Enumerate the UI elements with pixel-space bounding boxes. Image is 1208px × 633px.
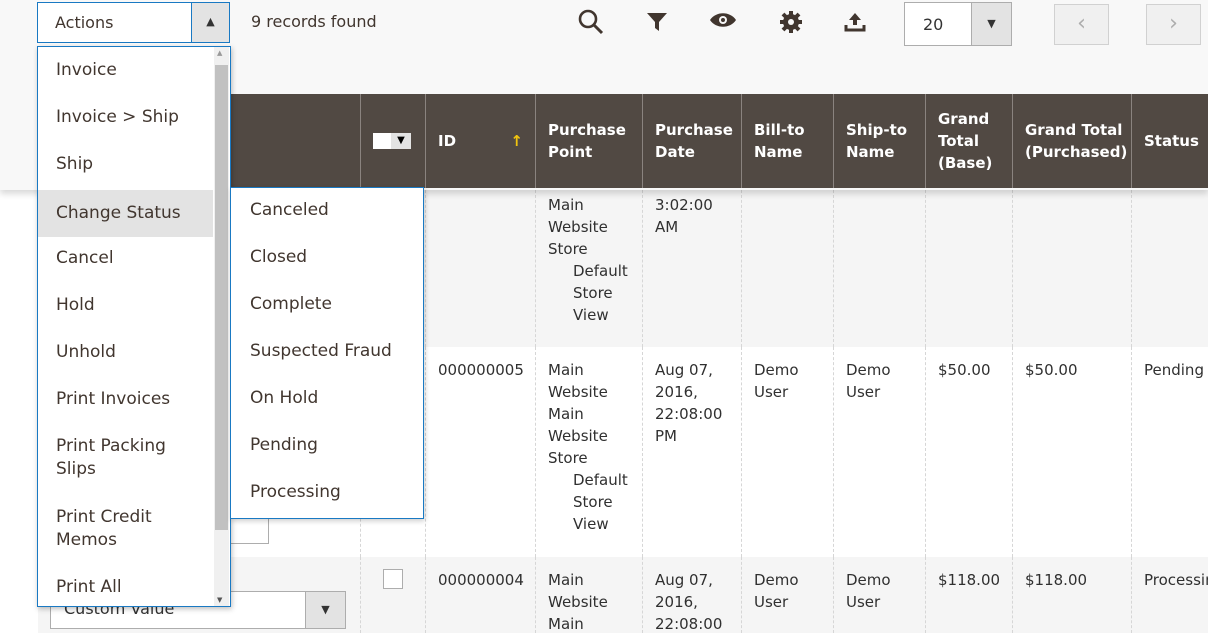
caret-down-icon[interactable]: ▼ (971, 3, 1011, 45)
caret-down-icon[interactable]: ▼ (305, 592, 345, 628)
action-item[interactable]: Invoice (38, 59, 213, 82)
per-page-select[interactable]: 20 ▼ (904, 2, 1012, 46)
action-item[interactable]: Ship (38, 153, 213, 176)
action-item[interactable]: Unhold (38, 341, 213, 364)
actions-dropdown[interactable]: Actions ▲ (37, 2, 230, 43)
status-option[interactable]: Canceled (231, 200, 423, 220)
action-item[interactable]: Hold (38, 294, 213, 317)
column-grand-total-purchased[interactable]: Grand Total (Purchased) (1012, 94, 1131, 188)
records-count: 9 records found (251, 12, 377, 31)
cell-id (425, 190, 535, 347)
cell-status: Pending (1131, 347, 1208, 557)
purchase-point-line: Main Website (548, 361, 608, 401)
next-page-button[interactable]: › (1146, 4, 1201, 45)
cell-ship (833, 190, 925, 347)
status-option[interactable]: On Hold (231, 388, 423, 408)
column-purchase-date[interactable]: Purchase Date (642, 94, 741, 188)
cell-purchased: $118.00 (1012, 557, 1131, 633)
checkbox[interactable] (373, 133, 391, 149)
action-item[interactable]: Print Invoices (38, 388, 213, 411)
gear-icon[interactable] (776, 8, 806, 38)
cell-purchased: $50.00 (1012, 347, 1131, 557)
status-option[interactable]: Suspected Fraud (231, 341, 423, 361)
cell-ship: Demo User (833, 347, 925, 557)
column-ship-to[interactable]: Ship-to Name (833, 94, 925, 188)
action-item[interactable]: Invoice > Ship (38, 106, 213, 129)
prev-page-button[interactable]: ‹ (1054, 4, 1109, 45)
cell-point: Main Website Main Website Store Default St… (535, 347, 642, 557)
cell-point: Main Website Main (535, 557, 642, 633)
cell-date: Aug 07, 2016, 22:08:00 PM (642, 347, 741, 557)
cell-base: $50.00 (925, 347, 1012, 557)
filter-input[interactable] (230, 515, 269, 544)
action-item[interactable]: Cancel (38, 247, 213, 270)
scrollbar-thumb[interactable] (215, 65, 228, 530)
column-bill-to[interactable]: Bill-to Name (741, 94, 833, 188)
purchase-point-line: Main (548, 615, 584, 633)
cell-date: 3:02:00 AM (642, 190, 741, 347)
cell-bill: Demo User (741, 557, 833, 633)
cell-id: 000000004 (425, 557, 535, 633)
purchase-point-line: Default Store View (573, 262, 628, 324)
cell-select[interactable] (360, 557, 425, 633)
cell-base: $118.00 (925, 557, 1012, 633)
search-icon[interactable] (576, 8, 606, 38)
row-checkbox[interactable] (383, 569, 403, 589)
action-item[interactable]: Print All (38, 576, 213, 599)
status-option[interactable]: Complete (231, 294, 423, 314)
purchase-point-line: Main Website (548, 571, 608, 611)
purchase-point-line: Default Store View (573, 471, 628, 533)
column-grand-total-base[interactable]: Grand Total (Base) (925, 94, 1012, 188)
sort-arrow-icon: ↑ (510, 132, 523, 150)
change-status-submenu: Canceled Closed Complete Suspected Fraud On … (230, 187, 424, 519)
cell-base (925, 190, 1012, 347)
action-item[interactable]: Print Credit Memos (38, 506, 188, 552)
action-item[interactable]: Change Status (38, 190, 213, 237)
per-page-value: 20 (923, 15, 944, 34)
status-option[interactable]: Pending (231, 435, 423, 455)
cell-bill: Demo User (741, 347, 833, 557)
eye-icon[interactable] (708, 8, 738, 38)
cell-purchased (1012, 190, 1131, 347)
column-purchase-point[interactable]: Purchase Point (535, 94, 642, 188)
purchase-point-line: Main Website Store (548, 405, 608, 467)
menu-scrollbar[interactable]: ▲ ▼ (214, 47, 229, 606)
column-id[interactable]: ID ↑ (425, 94, 535, 188)
filter-icon[interactable] (642, 8, 672, 38)
mass-select[interactable]: ▼ (360, 94, 425, 188)
cell-ship: Demo User (833, 557, 925, 633)
purchase-point-line: Main Website Store (548, 196, 608, 258)
cell-date: Aug 07, 2016, 22:08:00 (642, 557, 741, 633)
cell-point: Main Website Store Default Store View (535, 190, 642, 347)
action-item[interactable]: Print Packing Slips (38, 435, 188, 481)
cell-bill (741, 190, 833, 347)
caret-down-icon[interactable]: ▼ (391, 133, 411, 149)
column-status[interactable]: Status (1131, 94, 1208, 188)
caret-up-icon[interactable]: ▲ (191, 3, 229, 42)
export-icon[interactable] (840, 8, 870, 38)
status-option[interactable]: Processing (231, 482, 423, 502)
actions-menu: ▲ ▼ Invoice Invoice > Ship Ship Change Statu… (37, 46, 231, 607)
status-option[interactable]: Closed (231, 247, 423, 267)
cell-status (1131, 190, 1208, 347)
cell-status: Processing (1131, 557, 1208, 633)
actions-label: Actions (55, 13, 114, 32)
cell-id: 000000005 (425, 347, 535, 557)
